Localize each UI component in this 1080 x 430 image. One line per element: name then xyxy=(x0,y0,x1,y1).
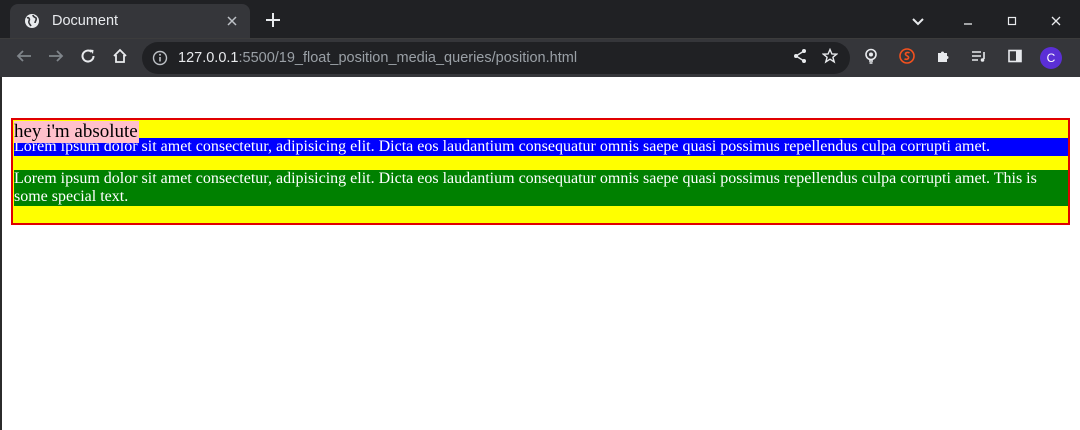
home-icon xyxy=(112,48,128,68)
reload-button[interactable] xyxy=(72,42,104,74)
info-icon[interactable] xyxy=(152,50,168,66)
address-bar-actions xyxy=(792,42,839,74)
svelte-icon xyxy=(899,48,915,68)
tab-title: Document xyxy=(52,13,119,29)
browser-titlebar: Document xyxy=(0,0,1080,39)
side-panel-icon xyxy=(1007,48,1023,68)
minimize-button[interactable] xyxy=(954,6,982,34)
media-queue-icon xyxy=(971,48,987,68)
extension-lightbulb[interactable] xyxy=(856,43,886,73)
browser-menu-button[interactable] xyxy=(1072,43,1080,73)
back-button[interactable] xyxy=(8,42,40,74)
arrow-left-icon xyxy=(16,48,32,68)
tab-document[interactable]: Document xyxy=(10,4,250,38)
side-panel-button[interactable] xyxy=(1000,43,1030,73)
close-window-button[interactable] xyxy=(1042,6,1070,34)
media-queue-button[interactable] xyxy=(964,43,994,73)
extension-svelte[interactable] xyxy=(892,43,922,73)
puzzle-icon xyxy=(935,48,951,68)
forward-button[interactable] xyxy=(40,42,72,74)
star-icon[interactable] xyxy=(821,47,839,68)
avatar: C xyxy=(1040,47,1062,69)
url-host: 127.0.0.1 xyxy=(178,50,239,66)
tab-search-button[interactable] xyxy=(904,6,932,34)
close-icon[interactable] xyxy=(222,11,242,31)
share-icon[interactable] xyxy=(792,48,808,68)
extensions-button[interactable] xyxy=(928,43,958,73)
plus-icon xyxy=(266,12,280,31)
arrow-right-icon xyxy=(48,48,64,68)
paragraph-green: Lorem ipsum dolor sit amet consectetur, … xyxy=(14,170,1068,206)
maximize-button[interactable] xyxy=(998,6,1026,34)
globe-icon xyxy=(24,13,40,29)
chevron-down-icon xyxy=(912,11,924,30)
browser-toolbar: 127.0.0.1:5500/19_float_position_media_q… xyxy=(0,39,1080,77)
page-viewport: hey i'm absolute Lorem ipsum dolor sit a… xyxy=(0,77,1080,430)
close-icon xyxy=(1051,11,1061,30)
extensions-area: C xyxy=(856,43,1080,73)
relative-container: hey i'm absolute Lorem ipsum dolor sit a… xyxy=(11,118,1070,225)
new-tab-button[interactable] xyxy=(262,10,284,32)
url-path: :5500/19_float_position_media_queries/po… xyxy=(238,50,578,66)
window-controls xyxy=(904,6,1070,34)
maximize-icon xyxy=(1007,11,1017,30)
profile-button[interactable]: C xyxy=(1036,43,1066,73)
minimize-icon xyxy=(963,11,973,30)
paragraph-blue: Lorem ipsum dolor sit amet consectetur, … xyxy=(14,138,1068,156)
home-button[interactable] xyxy=(104,42,136,74)
address-bar[interactable]: 127.0.0.1:5500/19_float_position_media_q… xyxy=(142,42,850,74)
lightbulb-icon xyxy=(863,48,879,68)
reload-icon xyxy=(80,48,96,68)
absolute-box: hey i'm absolute xyxy=(14,121,139,143)
navigation-buttons xyxy=(8,42,136,74)
